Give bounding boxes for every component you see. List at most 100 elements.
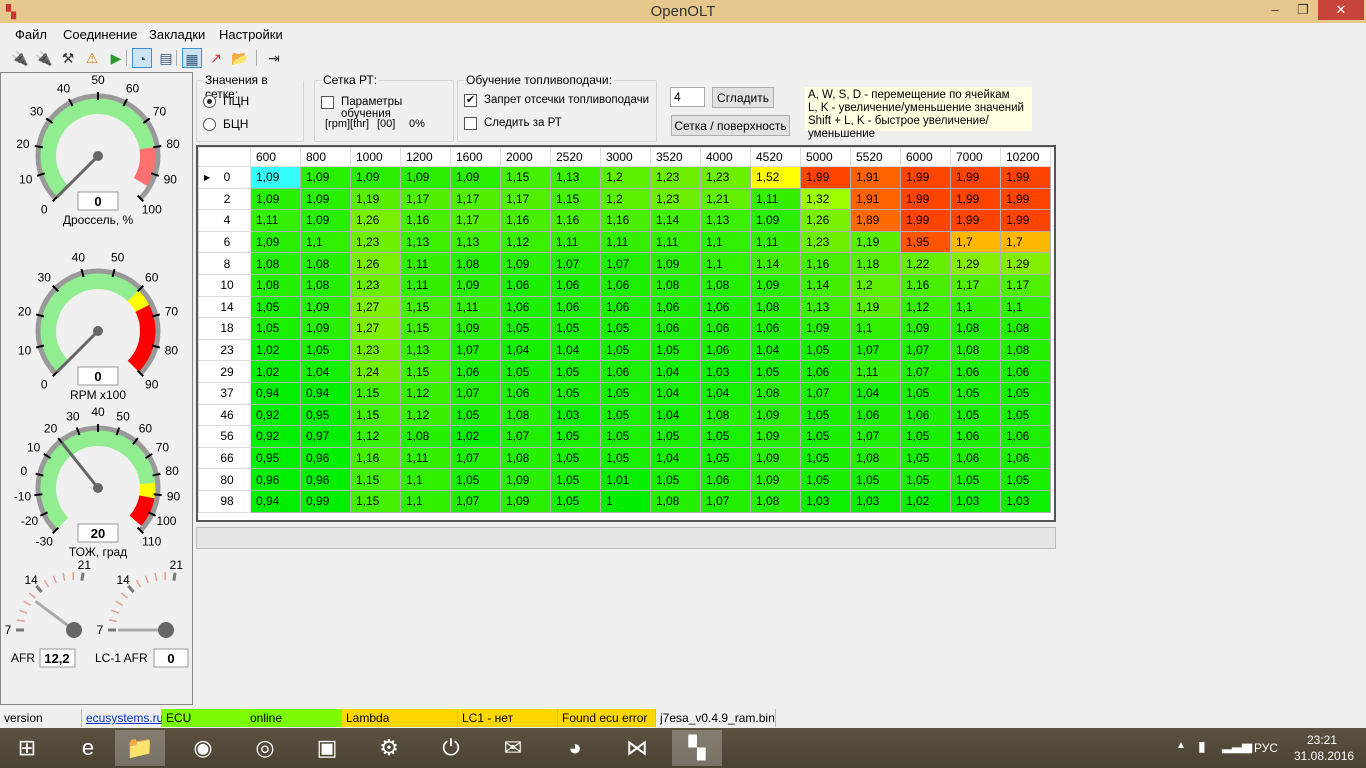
table-cell[interactable]: 1,11 — [650, 230, 701, 254]
follow-rt-checkbox[interactable] — [464, 117, 477, 130]
table-cell[interactable]: 1,05 — [1000, 381, 1051, 405]
table-cell[interactable]: 1,14 — [800, 273, 851, 297]
play-icon[interactable]: ▶ — [106, 48, 126, 68]
table-cell[interactable]: 1,05 — [500, 360, 551, 383]
menu-connection[interactable]: Соединение — [63, 27, 138, 42]
table-cell[interactable]: 1,11 — [750, 230, 801, 254]
table-cell[interactable]: 1,16 — [550, 209, 601, 232]
row-header[interactable]: ▶ 0 — [198, 166, 251, 189]
table-cell[interactable]: 1,99 — [950, 166, 1001, 189]
column-header[interactable]: 800 — [300, 147, 351, 167]
table-cell[interactable]: 1,2 — [600, 166, 651, 189]
learning-params-checkbox[interactable] — [321, 96, 334, 109]
table-cell[interactable]: 1,09 — [750, 425, 801, 448]
disconnect-icon[interactable]: 🔌 — [34, 48, 54, 68]
table-cell[interactable]: 1,13 — [400, 338, 451, 362]
table-cell[interactable]: 1,15 — [350, 489, 401, 513]
table-cell[interactable]: 1,05 — [800, 425, 851, 448]
table-cell[interactable]: 1,09 — [350, 166, 401, 189]
table-cell[interactable]: 1,07 — [450, 338, 501, 362]
table-cell[interactable]: 1,06 — [500, 273, 551, 297]
table-cell[interactable]: 0,94 — [250, 381, 301, 405]
table-cell[interactable]: 1,13 — [400, 230, 451, 254]
table-cell[interactable]: 1,04 — [300, 360, 351, 383]
table-cell[interactable]: 1,7 — [950, 230, 1001, 254]
table-cell[interactable]: 1,05 — [550, 468, 601, 491]
table-cell[interactable]: 1,15 — [400, 360, 451, 383]
table-cell[interactable]: 1,05 — [600, 317, 651, 340]
table-cell[interactable]: 1,1 — [850, 317, 901, 340]
chrome-icon[interactable]: ◕ — [550, 730, 600, 766]
table-cell[interactable]: 1,11 — [400, 273, 451, 297]
table-cell[interactable]: 1,09 — [500, 252, 551, 275]
table-cell[interactable]: 1,06 — [500, 295, 551, 319]
table-cell[interactable]: 1,08 — [1000, 338, 1051, 362]
table-cell[interactable]: 1,05 — [550, 489, 601, 513]
minimize-button[interactable]: – — [1262, 0, 1288, 20]
table-cell[interactable]: 1,23 — [350, 273, 401, 297]
table-cell[interactable]: 1,05 — [900, 446, 951, 470]
table-cell[interactable]: 1,06 — [650, 295, 701, 319]
internet-explorer-icon[interactable]: e — [63, 730, 113, 766]
table-cell[interactable]: 1,11 — [400, 446, 451, 470]
table-cell[interactable]: 1,02 — [450, 425, 501, 448]
table-cell[interactable]: 1,09 — [750, 209, 801, 232]
photo-app-icon[interactable]: ◉ — [178, 730, 228, 766]
table-cell[interactable]: 1,08 — [850, 446, 901, 470]
table-cell[interactable]: 1,08 — [300, 252, 351, 275]
table-cell[interactable]: 1,2 — [850, 273, 901, 297]
table-cell[interactable]: 1,11 — [450, 295, 501, 319]
table-cell[interactable]: 1,16 — [800, 252, 851, 275]
table-cell[interactable]: 1,05 — [950, 403, 1001, 427]
table-cell[interactable]: 0,95 — [250, 446, 301, 470]
table-cell[interactable]: 1,15 — [500, 166, 551, 189]
column-header[interactable]: 600 — [250, 147, 301, 167]
table-cell[interactable]: 1,05 — [250, 317, 301, 340]
table-cell[interactable]: 1,29 — [950, 252, 1001, 275]
table-cell[interactable]: 0,95 — [300, 403, 351, 427]
table-cell[interactable]: 1,11 — [550, 230, 601, 254]
table-cell[interactable]: 1,15 — [350, 381, 401, 405]
table-cell[interactable]: 1,17 — [950, 273, 1001, 297]
check-engine-icon[interactable]: ⚠ — [82, 48, 102, 68]
table-cell[interactable]: 1,05 — [1000, 468, 1051, 491]
table-cell[interactable]: 1,09 — [750, 468, 801, 491]
table-cell[interactable]: 1,12 — [900, 295, 951, 319]
table-cell[interactable]: 1,05 — [450, 403, 501, 427]
table-cell[interactable]: 0,94 — [300, 381, 351, 405]
table-cell[interactable]: 1,08 — [700, 403, 751, 427]
bin-file-icon[interactable]: 📂 — [230, 48, 250, 68]
column-header[interactable]: 1200 — [400, 147, 451, 167]
table-cell[interactable]: 1,99 — [1000, 187, 1051, 211]
table-cell[interactable]: 0,94 — [250, 489, 301, 513]
row-header[interactable]: 98 — [198, 489, 251, 513]
table-cell[interactable]: 1,03 — [1000, 489, 1051, 513]
table-cell[interactable]: 1,99 — [900, 166, 951, 189]
show-hidden-icons[interactable]: ▲ — [1176, 740, 1186, 751]
table-cell[interactable]: 1,07 — [900, 360, 951, 383]
table-cell[interactable]: 1,06 — [700, 295, 751, 319]
row-header[interactable]: 18 — [198, 317, 251, 340]
tools-icon[interactable]: ⚒ — [58, 48, 78, 68]
table-cell[interactable]: 1,17 — [450, 209, 501, 232]
row-header[interactable]: 6 — [198, 230, 251, 254]
table-cell[interactable]: 1,05 — [250, 295, 301, 319]
settings-app-icon[interactable]: ⚙ — [364, 730, 414, 766]
table-cell[interactable]: 1,1 — [950, 295, 1001, 319]
table-cell[interactable]: 0,99 — [300, 489, 351, 513]
table-cell[interactable]: 1,05 — [800, 446, 851, 470]
table-cell[interactable]: 1,04 — [850, 381, 901, 405]
column-header[interactable]: 5000 — [800, 147, 851, 167]
table-cell[interactable]: 1,05 — [600, 338, 651, 362]
table-cell[interactable]: 1,04 — [650, 360, 701, 383]
table-cell[interactable]: 1,05 — [300, 338, 351, 362]
table-cell[interactable]: 1,06 — [950, 425, 1001, 448]
table-cell[interactable]: 1,26 — [350, 252, 401, 275]
menu-file[interactable]: Файл — [15, 27, 47, 42]
table-cell[interactable]: 1,09 — [300, 317, 351, 340]
table-cell[interactable]: 1,99 — [950, 209, 1001, 232]
row-header[interactable]: 46 — [198, 403, 251, 427]
table-cell[interactable]: 1,08 — [1000, 317, 1051, 340]
column-header[interactable]: 2000 — [500, 147, 551, 167]
speaker-app-icon[interactable]: ◎ — [240, 730, 290, 766]
